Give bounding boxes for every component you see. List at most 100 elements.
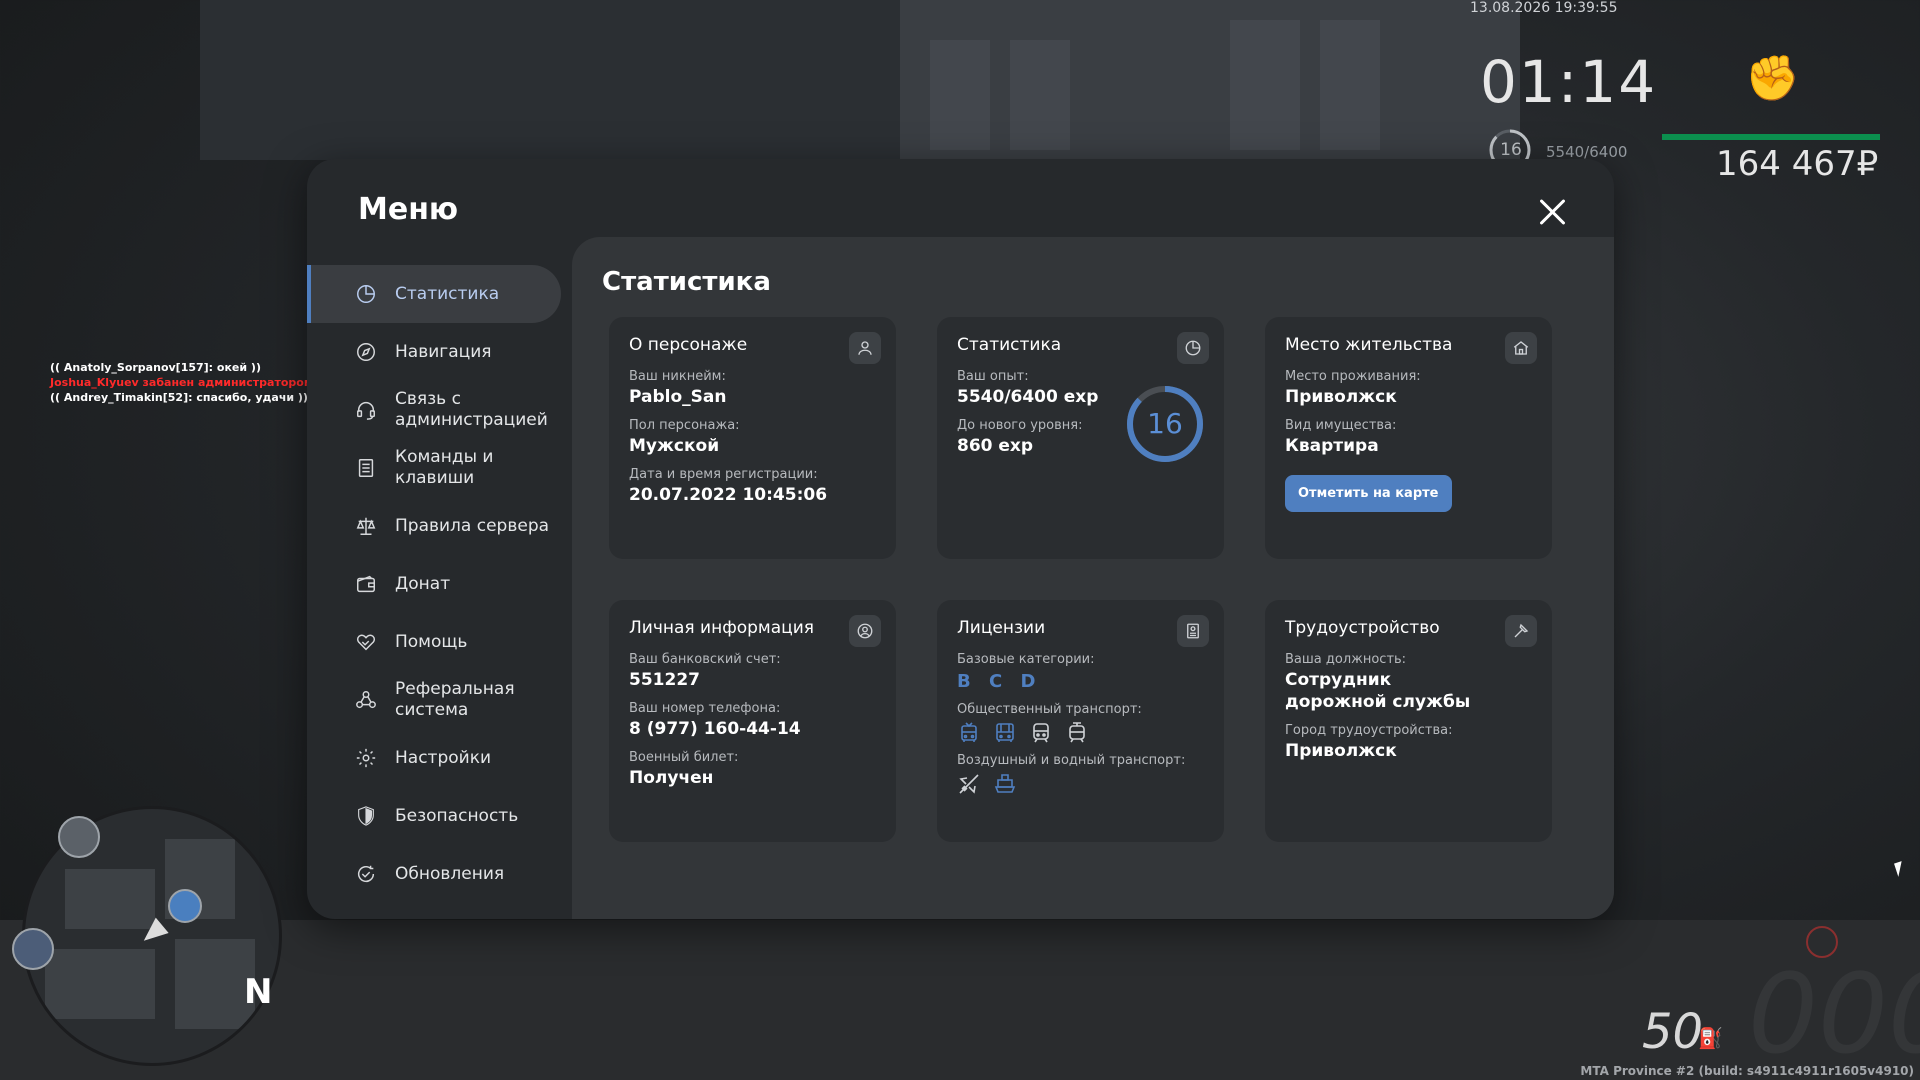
pie-chart-icon [355, 283, 377, 305]
card-title: Трудоустройство [1285, 618, 1440, 638]
field-label: Военный билет: [629, 750, 739, 765]
train-icon [1029, 721, 1053, 745]
hud-health-bar [1662, 134, 1880, 140]
field-label: Ваш банковский счет: [629, 652, 781, 667]
public-transport-icons [957, 721, 1204, 745]
sidebar-item-label: Донат [395, 573, 451, 594]
sidebar: Статистика Навигация Связь с администрац… [307, 265, 563, 903]
id-card-icon [1177, 615, 1209, 647]
hammer-icon [1505, 615, 1537, 647]
military-id-value: Получен [629, 768, 714, 788]
vehicle-icon [58, 816, 100, 858]
air-water-transport-icons [957, 772, 1204, 796]
field-label: Ваша должность: [1285, 652, 1407, 667]
card-character: О персонаже Ваш никнейм: Pablo_San Пол п… [609, 317, 896, 559]
build-info: MTA Province #2 (build: s4911c4911r1605v… [1580, 1064, 1914, 1078]
content-panel: Статистика О персонаже Ваш никнейм: Pabl… [572, 237, 1614, 919]
hud-speed: 50 [1642, 1004, 1704, 1060]
pie-chart-icon [1177, 332, 1209, 364]
hud-speed-ghost: 000 [1748, 950, 1920, 1078]
minimap-block [175, 939, 255, 1029]
sidebar-item-navigation[interactable]: Навигация [307, 323, 563, 381]
mouse-cursor [1894, 861, 1906, 877]
sidebar-item-label: Реферальная система [395, 679, 515, 720]
user-circle-icon [849, 615, 881, 647]
sidebar-item-security[interactable]: Безопасность [307, 787, 563, 845]
hud-datetime: 13.08.2026 19:39:55 [1470, 0, 1618, 16]
window [1230, 20, 1300, 150]
close-icon[interactable] [1536, 195, 1570, 229]
window [1320, 20, 1380, 150]
window [1010, 40, 1070, 150]
sidebar-item-settings[interactable]: Настройки [307, 729, 563, 787]
refresh-check-icon [355, 863, 377, 885]
menu-title: Меню [358, 192, 459, 227]
hud-level: 16 [1500, 140, 1522, 160]
sidebar-item-label: Статистика [395, 283, 500, 304]
field-label: Пол персонажа: [629, 418, 740, 433]
mark-on-map-button[interactable]: Отметить на карте [1285, 475, 1452, 512]
sidebar-item-label: Связь с администрацией [395, 389, 548, 430]
trolleybus-icon [957, 721, 981, 745]
sidebar-item-label: Настройки [395, 747, 492, 768]
registration-value: 20.07.2022 10:45:06 [629, 485, 828, 505]
headset-icon [355, 399, 377, 421]
gender-value: Мужской [629, 436, 720, 456]
window [930, 40, 990, 150]
sidebar-item-commands[interactable]: Команды и клавиши [307, 439, 563, 497]
sidebar-item-updates[interactable]: Обновления [307, 845, 563, 903]
work-city-value: Приволжск [1285, 741, 1397, 761]
shield-icon [355, 805, 377, 827]
card-residence: Место жительства Место проживания: Приво… [1265, 317, 1552, 559]
field-label: Дата и время регистрации: [629, 467, 818, 482]
gear-icon [355, 747, 377, 769]
field-label: Ваш опыт: [957, 369, 1029, 384]
residence-value: Приволжск [1285, 387, 1397, 407]
building [200, 0, 920, 160]
people-network-icon [355, 689, 377, 711]
card-title: Место жительства [1285, 335, 1453, 355]
north-indicator: N [244, 972, 273, 1012]
fist-icon: ✊ [1745, 53, 1800, 104]
sidebar-item-admin-contact[interactable]: Связь с администрацией [307, 381, 563, 439]
bus-stop-icon [168, 889, 202, 923]
sidebar-item-referral[interactable]: Реферальная система [307, 671, 563, 729]
level-value: 16 [1147, 407, 1183, 440]
card-title: Статистика [957, 335, 1062, 355]
card-statistics: Статистика Ваш опыт: 5540/6400 exp До но… [937, 317, 1224, 559]
property-value: Квартира [1285, 436, 1379, 456]
field-label: Город трудоустройства: [1285, 723, 1453, 738]
phone-value: 8 (977) 160-44-14 [629, 719, 801, 739]
sidebar-item-statistics[interactable]: Статистика [307, 265, 561, 323]
sidebar-item-help[interactable]: Помощь [307, 613, 563, 671]
hud-money: 164 467₽ [1716, 144, 1879, 184]
bus-icon [993, 721, 1017, 745]
boat-icon [993, 772, 1017, 796]
field-label: Вид имущества: [1285, 418, 1397, 433]
sidebar-item-donate[interactable]: Донат [307, 555, 563, 613]
minimap-block [45, 949, 155, 1019]
sidebar-item-label: Навигация [395, 341, 492, 362]
bank-account-value: 551227 [629, 670, 700, 690]
field-label: Общественный транспорт: [957, 702, 1142, 717]
handshake-heart-icon [355, 631, 377, 653]
airplane-icon [957, 772, 981, 796]
house-icon [1505, 332, 1537, 364]
sidebar-item-label: Помощь [395, 631, 468, 652]
field-label: Место проживания: [1285, 369, 1421, 384]
card-personal-info: Личная информация Ваш банковский счет: 5… [609, 600, 896, 842]
fuel-icon: ⛽ [1698, 1026, 1723, 1050]
document-icon [355, 457, 377, 479]
card-title: Личная информация [629, 618, 815, 638]
field-label: Воздушный и водный транспорт: [957, 753, 1186, 768]
card-title: Лицензии [957, 618, 1046, 638]
card-title: О персонаже [629, 335, 748, 355]
nickname-value: Pablo_San [629, 387, 727, 407]
sidebar-item-label: Команды и клавиши [395, 447, 494, 488]
sidebar-item-label: Правила сервера [395, 515, 550, 536]
menu-window: Меню Статистика Навигация Связь с админи… [307, 159, 1614, 919]
sidebar-item-label: Безопасность [395, 805, 519, 826]
wallet-icon [355, 573, 377, 595]
minimap-block [65, 869, 155, 929]
sidebar-item-rules[interactable]: Правила сервера [307, 497, 563, 555]
